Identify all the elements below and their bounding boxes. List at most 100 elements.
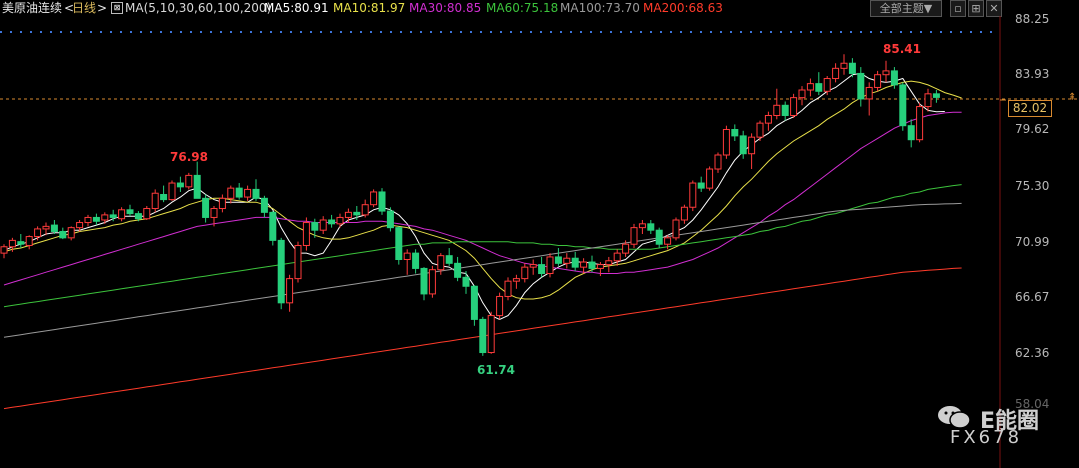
candle[interactable] (462, 270, 470, 294)
candle[interactable] (823, 75, 831, 96)
candle[interactable] (50, 219, 58, 235)
candle[interactable] (798, 86, 806, 106)
candle[interactable] (151, 189, 159, 213)
candle[interactable] (479, 316, 487, 356)
candle[interactable] (244, 185, 252, 201)
candle[interactable] (731, 124, 739, 141)
candle[interactable] (269, 211, 277, 246)
price-label: 75.30 (1015, 179, 1050, 193)
candle[interactable] (252, 179, 260, 201)
candle[interactable] (512, 274, 520, 289)
candle[interactable] (672, 217, 680, 241)
candle[interactable] (773, 88, 781, 120)
candle[interactable] (277, 237, 285, 310)
candle[interactable] (739, 130, 747, 159)
candle[interactable] (588, 255, 596, 273)
candle[interactable] (580, 258, 588, 274)
candle[interactable] (470, 284, 478, 326)
candle-body (806, 83, 814, 91)
candle[interactable] (605, 256, 613, 273)
candle[interactable] (874, 70, 882, 92)
candle[interactable] (496, 292, 504, 320)
candle[interactable] (529, 259, 537, 275)
candle[interactable] (59, 227, 67, 240)
candle[interactable] (748, 133, 756, 170)
candle[interactable] (504, 277, 512, 301)
candle[interactable] (218, 194, 226, 213)
candle[interactable] (563, 253, 571, 269)
candle[interactable] (286, 274, 294, 312)
candle[interactable] (722, 125, 730, 159)
candle[interactable] (697, 176, 705, 192)
candle[interactable] (454, 256, 462, 282)
candle[interactable] (832, 63, 840, 83)
candle[interactable] (538, 256, 546, 278)
candle[interactable] (680, 204, 688, 224)
candle[interactable] (907, 119, 915, 148)
candle[interactable] (487, 311, 495, 354)
candle[interactable] (790, 93, 798, 119)
candle[interactable] (0, 244, 8, 259)
candle[interactable] (361, 199, 369, 218)
candle[interactable] (840, 54, 848, 75)
candle[interactable] (17, 234, 25, 249)
candle-body (571, 257, 579, 268)
candle[interactable] (227, 185, 235, 204)
candle[interactable] (328, 214, 336, 228)
candle[interactable] (311, 218, 319, 238)
candle[interactable] (235, 183, 243, 200)
candle[interactable] (319, 216, 327, 235)
candle[interactable] (630, 223, 638, 249)
candle[interactable] (613, 249, 621, 266)
candle[interactable] (445, 248, 453, 266)
candle[interactable] (806, 78, 814, 97)
candle[interactable] (815, 72, 823, 96)
candle[interactable] (412, 249, 420, 274)
candle[interactable] (714, 152, 722, 173)
candlestick-chart[interactable] (0, 0, 1079, 468)
candle[interactable] (193, 161, 201, 199)
candle[interactable] (857, 67, 865, 107)
candle[interactable] (92, 213, 100, 226)
candle[interactable] (865, 82, 873, 116)
candle[interactable] (143, 205, 151, 220)
candle[interactable] (554, 248, 562, 266)
candle[interactable] (655, 227, 663, 249)
candle[interactable] (378, 188, 386, 215)
candle[interactable] (344, 208, 352, 223)
candle[interactable] (689, 180, 697, 212)
candle[interactable] (336, 213, 344, 228)
candle[interactable] (84, 214, 92, 227)
candle[interactable] (546, 253, 554, 278)
candle[interactable] (521, 263, 529, 283)
candle[interactable] (160, 185, 168, 203)
candle[interactable] (403, 249, 411, 275)
candle[interactable] (899, 82, 907, 131)
candle[interactable] (882, 60, 890, 83)
candle[interactable] (126, 204, 134, 217)
candle[interactable] (916, 102, 924, 143)
candle[interactable] (294, 241, 302, 283)
candle[interactable] (168, 180, 176, 201)
candle[interactable] (420, 267, 428, 301)
candle[interactable] (781, 101, 789, 121)
candle[interactable] (202, 194, 210, 223)
candle[interactable] (25, 235, 33, 250)
candle[interactable] (176, 176, 184, 192)
candle[interactable] (67, 226, 75, 241)
candle[interactable] (386, 207, 394, 232)
candle[interactable] (370, 189, 378, 208)
candle[interactable] (260, 195, 268, 218)
candle[interactable] (118, 207, 126, 222)
candle[interactable] (428, 265, 436, 298)
candle[interactable] (706, 166, 714, 191)
candle[interactable] (185, 172, 193, 190)
candle[interactable] (647, 219, 655, 235)
candle[interactable] (756, 120, 764, 141)
candle[interactable] (395, 226, 403, 265)
candle[interactable] (571, 251, 579, 271)
candle[interactable] (302, 217, 310, 251)
candle[interactable] (764, 111, 772, 131)
candle[interactable] (638, 219, 646, 235)
candle[interactable] (932, 90, 940, 103)
